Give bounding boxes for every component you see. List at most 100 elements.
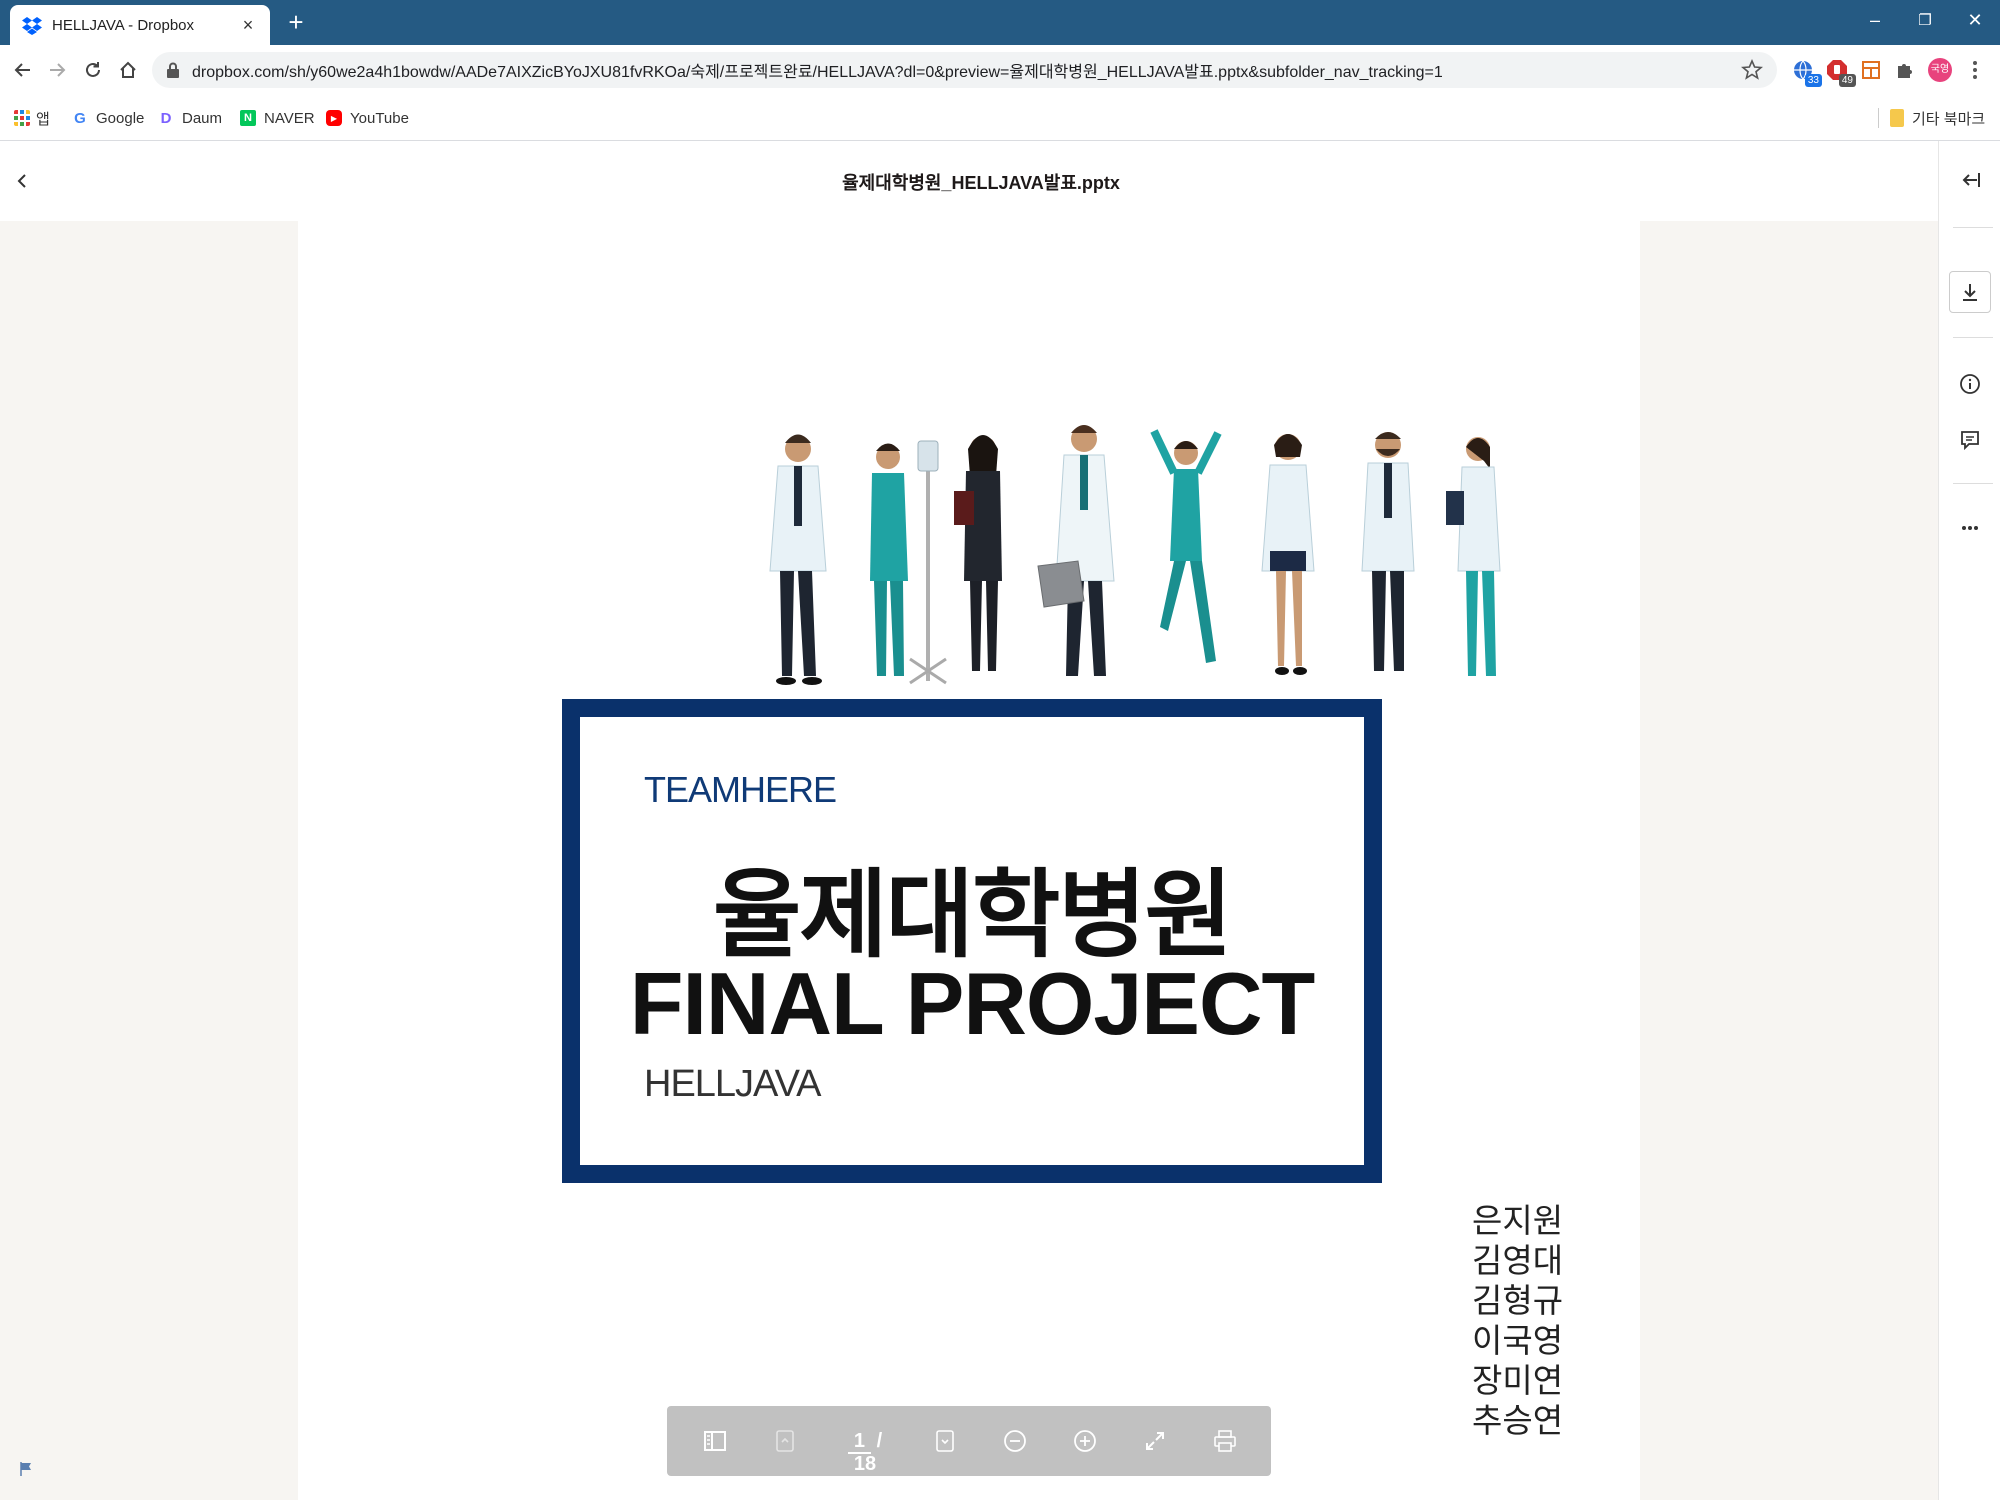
home-button[interactable] (113, 55, 143, 85)
profile-avatar[interactable]: 국영 (1928, 58, 1952, 82)
reload-button[interactable] (78, 55, 108, 85)
page-down-icon (936, 1430, 954, 1452)
zoom-out-button[interactable] (1000, 1426, 1030, 1456)
member-name: 김형규 (1472, 1281, 1564, 1320)
bookmark-label: Google (96, 109, 145, 127)
tab-strip: HELLJAVA - Dropbox × + – ❐ ✕ (0, 0, 2000, 45)
member-name: 김영대 (1472, 1241, 1564, 1280)
document-viewer: TEAMHERE 율제대학병원 FINAL PROJECT HELLJAVA 은… (0, 221, 1938, 1500)
url-text[interactable]: dropbox.com/sh/y60we2a4h1bowdw/AADe7AIXZ… (192, 58, 1741, 82)
daum-icon: D (160, 109, 172, 127)
tab-close-icon[interactable]: × (238, 15, 258, 36)
bookmark-label: 앱 (36, 110, 50, 128)
more-vertical-icon (1973, 61, 1977, 79)
fullscreen-button[interactable] (1140, 1426, 1170, 1456)
naver-icon: N (240, 110, 256, 126)
arrow-right-icon (50, 63, 66, 77)
nurse-figure (870, 440, 947, 685)
doctor-figure (769, 434, 827, 685)
bearded-doctor-figure (1361, 432, 1415, 671)
info-icon (1960, 374, 1980, 394)
reload-icon (86, 62, 100, 77)
extension-globe[interactable]: 33 (1790, 57, 1822, 87)
collapse-left-icon (1962, 173, 1980, 187)
doctor-briefcase-figure (1037, 425, 1115, 676)
page-up-icon (776, 1430, 794, 1452)
slide-page: TEAMHERE 율제대학병원 FINAL PROJECT HELLJAVA 은… (298, 221, 1640, 1500)
right-rail (1938, 141, 2000, 1500)
extension-adblock[interactable]: 49 (1824, 57, 1856, 87)
folder-icon (1890, 109, 1904, 127)
member-name: 장미연 (1472, 1361, 1564, 1400)
download-icon (1963, 284, 1977, 301)
zoom-in-icon (1074, 1430, 1096, 1452)
download-button[interactable] (1949, 271, 1991, 313)
bookmarks-bar: 앱 G Google D Daum N NAVER ▶ YouTube 기타 북… (0, 95, 2000, 141)
lock-icon[interactable] (166, 62, 180, 78)
zoom-out-icon (1004, 1430, 1026, 1452)
extensions-button[interactable] (1892, 57, 1918, 83)
comments-button[interactable] (1953, 423, 1987, 457)
collapse-panel-button[interactable] (1953, 163, 1987, 197)
expand-icon (1146, 1432, 1164, 1450)
next-page-button[interactable] (930, 1426, 960, 1456)
rail-divider (1953, 483, 1993, 484)
female-doctor-figure (1261, 434, 1315, 675)
current-page[interactable]: 1 (847, 1430, 871, 1454)
member-name: 추승연 (1472, 1401, 1564, 1440)
team-label: TEAMHERE (644, 769, 837, 810)
dropbox-icon (22, 17, 42, 35)
bookmark-apps[interactable]: 앱 (14, 105, 50, 131)
sidebar-panel-icon (704, 1431, 726, 1451)
comment-icon (1961, 431, 1979, 451)
home-icon (120, 61, 136, 78)
printer-icon (1214, 1430, 1236, 1452)
bookmark-label: YouTube (350, 109, 409, 127)
rail-divider (1953, 227, 1993, 228)
bookmark-google[interactable]: G Google (72, 105, 144, 131)
browser-window: HELLJAVA - Dropbox × + – ❐ ✕ dropbox.com… (0, 0, 2000, 1500)
info-button[interactable] (1953, 367, 1987, 401)
zoom-in-button[interactable] (1070, 1426, 1100, 1456)
more-horizontal-icon (1962, 526, 1978, 530)
slide-title-english: FINAL PROJECT (629, 954, 1316, 1053)
toggle-thumbnails-button[interactable] (700, 1426, 730, 1456)
extension-badge: 33 (1804, 74, 1822, 87)
puzzle-icon (1898, 64, 1912, 78)
preview-header: 율제대학병원_HELLJAVA발표.pptx (0, 141, 1938, 221)
restore-button[interactable]: ❐ (1900, 0, 1950, 40)
bookmark-youtube[interactable]: ▶ YouTube (326, 105, 409, 131)
more-options-button[interactable] (1953, 511, 1987, 545)
close-window-button[interactable]: ✕ (1950, 0, 2000, 40)
address-bar[interactable]: dropbox.com/sh/y60we2a4h1bowdw/AADe7AIXZ… (152, 52, 1777, 88)
extension-badge: 49 (1838, 74, 1856, 87)
previous-page-button[interactable] (770, 1426, 800, 1456)
print-button[interactable] (1210, 1426, 1240, 1456)
arrow-left-icon (14, 63, 30, 77)
flag-icon[interactable] (18, 1461, 34, 1477)
page-indicator[interactable]: 1 / 18 (835, 1430, 895, 1476)
bookmark-label: Daum (182, 109, 223, 127)
bookmark-daum[interactable]: D Daum (158, 105, 222, 131)
browser-menu-button[interactable] (1962, 57, 1988, 83)
bookmark-label: 기타 북마크 (1912, 110, 1986, 128)
businesswoman-figure (954, 435, 1002, 671)
bookmark-star-icon[interactable] (1741, 59, 1763, 81)
member-list: 은지원 김영대 김형규 이국영 장미연 추승연 (1472, 1201, 1563, 1441)
file-title: 율제대학병원_HELLJAVA발표.pptx (842, 173, 1120, 193)
minimize-button[interactable]: – (1850, 0, 1900, 40)
tab-dropbox[interactable]: HELLJAVA - Dropbox × (10, 5, 270, 45)
office-icon (1862, 61, 1880, 79)
extension-office[interactable] (1858, 57, 1884, 83)
google-icon: G (74, 109, 86, 127)
bookmark-naver[interactable]: N NAVER (240, 105, 315, 131)
back-button[interactable] (8, 55, 38, 85)
viewer-controls: 1 / 18 (667, 1406, 1271, 1476)
rail-divider (1953, 337, 1993, 338)
medical-staff-illustration (769, 425, 1501, 685)
new-tab-button[interactable]: + (282, 8, 310, 36)
forward-button[interactable] (42, 55, 72, 85)
member-name: 은지원 (1472, 1201, 1564, 1240)
tab-title: HELLJAVA - Dropbox (52, 16, 195, 34)
bookmark-other[interactable]: 기타 북마크 (1890, 105, 1985, 131)
